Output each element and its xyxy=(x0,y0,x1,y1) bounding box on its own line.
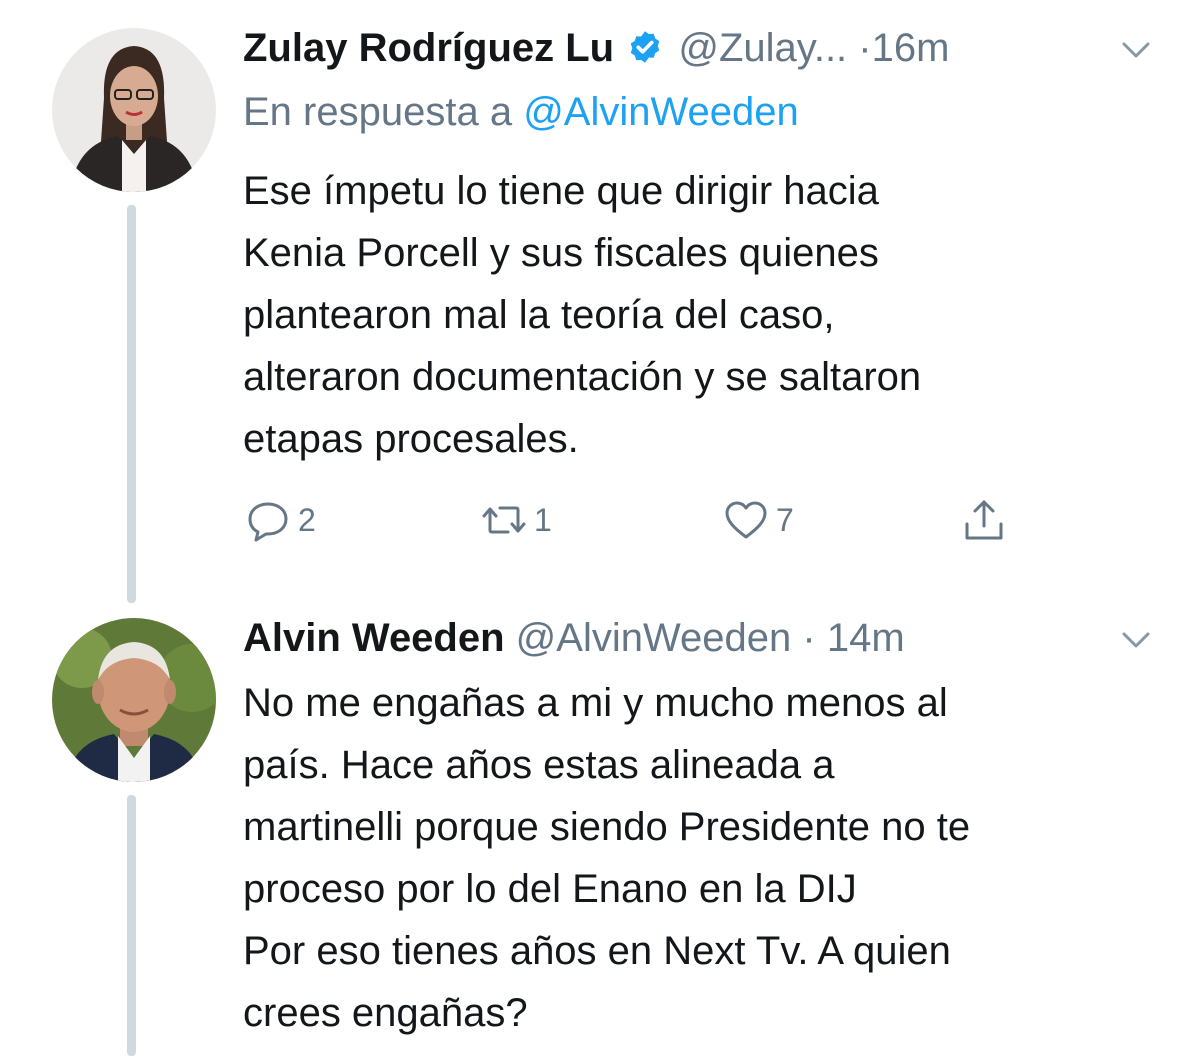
tweet-header: Alvin Weeden @AlvinWeeden · 14m xyxy=(243,614,905,662)
like-count: 7 xyxy=(776,501,794,538)
tweet-text: Ese ímpetu lo tiene que dirigir hacia Ke… xyxy=(243,169,922,461)
chevron-down-icon[interactable] xyxy=(1118,626,1154,654)
reply-prefix: En respuesta a xyxy=(243,90,513,134)
reply-bubble-icon xyxy=(248,502,288,542)
share-upload-icon xyxy=(965,500,1003,540)
verified-badge-icon xyxy=(631,31,660,63)
retweet-arrows-icon xyxy=(482,506,526,534)
reply-handle-link[interactable]: @AlvinWeeden xyxy=(523,90,799,134)
tweet-time[interactable]: 16m xyxy=(872,26,950,70)
avatar-alvin-image xyxy=(52,618,216,782)
tweet-time[interactable]: 14m xyxy=(827,616,905,660)
thread-line xyxy=(127,795,136,1056)
heart-icon xyxy=(725,501,767,539)
retweet-button[interactable]: 1 xyxy=(480,496,552,544)
like-button[interactable]: 7 xyxy=(722,496,794,544)
reply-button[interactable]: 2 xyxy=(244,496,316,544)
separator-dot: · xyxy=(802,616,816,660)
avatar-zulay-image xyxy=(52,28,216,192)
tweet-header: Zulay Rodríguez Lu @Zulay... ·16m xyxy=(243,24,949,72)
separator-dot: · xyxy=(858,26,872,70)
reply-context: En respuesta a @AlvinWeeden xyxy=(243,88,799,136)
share-button[interactable] xyxy=(960,496,1008,544)
tweet-text: No me engañas a mi y mucho menos al país… xyxy=(243,681,971,1035)
retweet-count: 1 xyxy=(534,501,552,538)
chevron-down-icon[interactable] xyxy=(1118,36,1154,64)
author-name[interactable]: Alvin Weeden xyxy=(243,616,505,660)
author-handle[interactable]: @Zulay... xyxy=(678,26,847,70)
author-handle[interactable]: @AlvinWeeden xyxy=(516,616,792,660)
author-name[interactable]: Zulay Rodríguez Lu xyxy=(243,26,614,70)
avatar-zulay[interactable] xyxy=(52,28,216,192)
reply-count: 2 xyxy=(298,501,316,538)
avatar-alvin[interactable] xyxy=(52,618,216,782)
thread-line xyxy=(127,205,136,603)
